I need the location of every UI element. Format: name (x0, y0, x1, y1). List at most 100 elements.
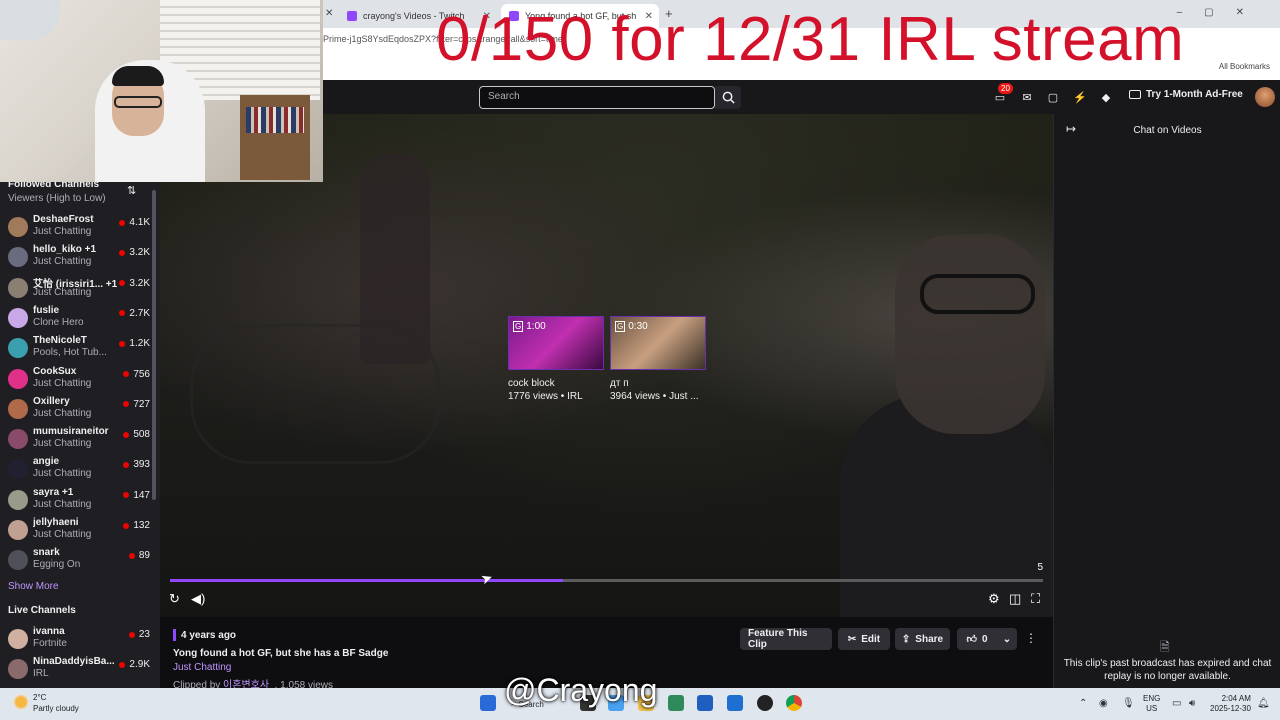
channel-name: hello_kiko +1 (33, 244, 97, 256)
share-button[interactable]: ⇪ Share (895, 628, 950, 650)
chat-panel: ↦ Chat on Videos 🗎︎ This clip's past bro… (1053, 114, 1280, 688)
more-options-icon[interactable]: ⋮ (1025, 631, 1037, 645)
channel-name: NinaDaddyisBa... (33, 656, 115, 667)
progress-fill (170, 579, 563, 582)
dislike-dropdown[interactable]: ⌄ (997, 628, 1017, 650)
sort-icon[interactable]: ⇅ (127, 184, 136, 197)
theatre-mode-icon[interactable]: ◫ (1009, 591, 1021, 607)
channel-game: IRL (33, 668, 49, 679)
live-dot-icon (119, 249, 126, 256)
channel-name: sayra +1 (33, 486, 74, 498)
notification-badge: 20 (998, 83, 1013, 94)
channel-avatar (8, 368, 28, 389)
store-icon[interactable] (668, 695, 684, 711)
clip-title: cock block (508, 378, 555, 389)
video-player[interactable]: G 1:00 cock block 1776 views • IRL G 0:30 … (160, 114, 1053, 617)
search-icon (722, 91, 735, 104)
language-indicator[interactable]: ENG US (1143, 694, 1160, 714)
live-dot-icon (119, 661, 126, 668)
sidebar-scrollbar[interactable] (152, 190, 156, 500)
tv-icon (1129, 90, 1141, 99)
live-dot-icon (123, 492, 130, 499)
channel-game: Just Chatting (33, 468, 92, 480)
microphone-icon[interactable]: 🎙︎ (1122, 698, 1135, 709)
volume-icon[interactable]: 🔊︎ (1189, 698, 1195, 709)
outlook-icon[interactable] (727, 695, 743, 711)
channel-name: snark (33, 547, 60, 559)
video-frame (160, 114, 1053, 617)
chat-title: Chat on Videos (1133, 125, 1202, 136)
sidebar-channel[interactable]: snark Egging On 89 (8, 547, 150, 577)
live-dot-icon (128, 552, 135, 559)
fullscreen-icon[interactable]: ⛶ (1031, 591, 1040, 607)
search-button[interactable] (715, 86, 741, 109)
notification-bell-icon[interactable]: 🔔︎ (1257, 698, 1270, 709)
live-dot-icon (123, 522, 130, 529)
search-input[interactable]: Search (479, 86, 715, 109)
progress-bar[interactable] (170, 579, 1043, 582)
channel-game: Fortnite (33, 638, 67, 649)
inbox-icon[interactable]: ✉ (1019, 89, 1035, 105)
sidebar: Followed Channels Viewers (High to Low) … (0, 182, 160, 688)
start-icon[interactable] (480, 695, 496, 711)
clip-meta: 1776 views • IRL (508, 391, 583, 402)
viewer-count: 23 (128, 629, 150, 640)
sidebar-channel[interactable]: fuslie Clone Hero 2.7K (8, 305, 150, 335)
sidebar-channel[interactable]: TheNicoleT Pools, Hot Tub... 1.2K (8, 335, 150, 365)
volume-icon[interactable]: ◀) (191, 591, 205, 607)
tray-app-icon[interactable]: ◉ (1099, 698, 1108, 709)
viewer-count: 147 (123, 490, 150, 501)
sidebar-channel[interactable]: 艾怡 (irissiri1... +1 Just Chatting 3.2K (8, 275, 150, 305)
channel-name: jellyhaeni (33, 517, 79, 528)
streamer-glasses (114, 96, 162, 108)
whispers-icon[interactable]: ▢ (1045, 89, 1061, 105)
sidebar-channel[interactable]: angie Just Chatting 393 (8, 456, 150, 486)
feature-clip-button[interactable]: Feature This Clip (740, 628, 832, 650)
network-icon[interactable]: ▭ (1172, 698, 1181, 709)
live-dot-icon (123, 401, 130, 408)
edit-button[interactable]: ✂ Edit (838, 628, 890, 650)
autoplay-countdown: 5 (1037, 562, 1043, 573)
sidebar-channel[interactable]: NinaDaddyisBa... IRL 2.9K (8, 656, 150, 686)
sidebar-channel[interactable]: hello_kiko +1 Just Chatting 3.2K (8, 244, 150, 274)
show-more-link[interactable]: Show More (8, 581, 59, 592)
clip-thumbnail: G 1:00 (508, 316, 604, 370)
word-icon[interactable] (697, 695, 713, 711)
sidebar-channel[interactable]: jellyhaeni Just Chatting 132 (8, 517, 150, 547)
close-icon[interactable]: ✕ (325, 8, 333, 19)
chrome-icon[interactable] (786, 695, 802, 711)
weather-temp: 2°C (33, 693, 47, 702)
viewer-count: 4.1K (119, 217, 150, 228)
channel-game: Egging On (33, 559, 81, 571)
channel-game: Just Chatting (33, 498, 92, 510)
clip-category-link[interactable]: Just Chatting (173, 662, 231, 673)
window-controls[interactable]: –▢✕ (1177, 7, 1266, 18)
channel-name: ivanna (33, 626, 65, 637)
bits-icon[interactable]: ◆ (1098, 89, 1114, 105)
chevron-up-icon[interactable]: ⌃ (1079, 698, 1087, 709)
sidebar-channel[interactable]: DeshaeFrost Just Chatting 4.1K (8, 214, 150, 244)
live-dot-icon (119, 280, 126, 287)
chat-expired-icon: 🗎︎ (1160, 640, 1170, 654)
all-bookmarks[interactable]: All Bookmarks (1219, 62, 1270, 71)
like-button[interactable]: 👍︎ 0 (957, 628, 997, 650)
replay-icon[interactable]: ↻ (169, 591, 180, 607)
sidebar-channel[interactable]: CookSux Just Chatting 756 (8, 366, 150, 396)
obs-icon[interactable] (757, 695, 773, 711)
clock[interactable]: 2:04 AM 2025-12-30 (1210, 694, 1251, 714)
twitch-icon (347, 11, 357, 21)
sidebar-channel[interactable]: sayra +1 Just Chatting 147 (8, 487, 150, 517)
recommended-clip[interactable]: G 0:30 дт п 3964 views • Just ... (610, 316, 706, 402)
lamp (0, 0, 60, 40)
ad-free-button[interactable]: Try 1-Month Ad-Free (1129, 89, 1243, 100)
sidebar-channel[interactable]: mumusiraneitor Just Chatting 508 (8, 426, 150, 456)
sidebar-channel[interactable]: Oxillery Just Chatting 727 (8, 396, 150, 426)
sidebar-channel[interactable]: ivanna Fortnite 23 (8, 626, 150, 656)
recommended-clip[interactable]: G 1:00 cock block 1776 views • IRL (508, 316, 604, 402)
viewer-count: 89 (128, 550, 150, 561)
user-avatar[interactable] (1255, 87, 1275, 107)
channel-game: Just Chatting (33, 256, 92, 268)
weather-icon[interactable] (12, 693, 30, 711)
settings-icon[interactable]: ⚙ (988, 591, 1000, 607)
predictions-icon[interactable]: ⚡ (1072, 89, 1088, 105)
